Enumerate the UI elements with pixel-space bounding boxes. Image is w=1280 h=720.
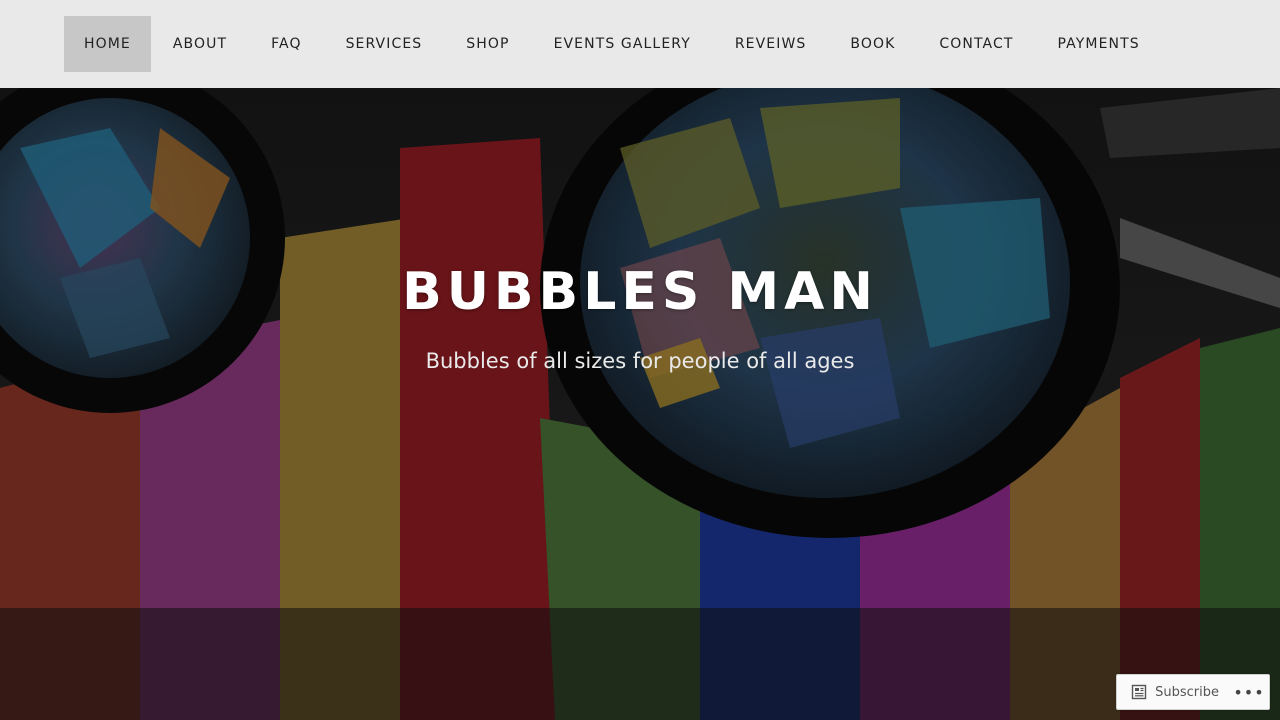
nav-menu: HOME ABOUT FAQ SERVICES SHOP EVENTS GALL… (64, 16, 1162, 72)
reader-icon (1131, 684, 1147, 700)
site-tagline: Bubbles of all sizes for people of all a… (425, 349, 855, 373)
nav-item-about[interactable]: ABOUT (151, 16, 249, 72)
nav-item-label: EVENTS GALLERY (553, 36, 691, 52)
nav-item-events-gallery[interactable]: EVENTS GALLERY (532, 16, 713, 72)
subscribe-widget: Subscribe ••• (1116, 674, 1270, 710)
subscribe-label: Subscribe (1155, 684, 1219, 700)
more-options-button[interactable]: ••• (1229, 675, 1269, 709)
hero-dim-overlay (0, 88, 1280, 720)
nav-item-label: ABOUT (172, 36, 228, 52)
nav-item-label: FAQ (271, 36, 302, 52)
nav-item-services[interactable]: SERVICES (324, 16, 445, 72)
site-title[interactable]: BUBBLES MAN (0, 266, 1280, 318)
nav-item-label: HOME (84, 36, 131, 52)
nav-item-contact[interactable]: CONTACT (917, 16, 1035, 72)
nav-item-label: BOOK (850, 36, 896, 52)
top-navigation: HOME ABOUT FAQ SERVICES SHOP EVENTS GALL… (0, 0, 1280, 88)
nav-item-reviews[interactable]: REVEIWS (713, 16, 829, 72)
nav-item-label: SHOP (466, 36, 510, 52)
hero-header (0, 88, 1280, 720)
nav-item-label: CONTACT (939, 36, 1014, 52)
nav-item-book[interactable]: BOOK (828, 16, 917, 72)
nav-item-label: REVEIWS (734, 36, 807, 52)
nav-item-label: SERVICES (345, 36, 423, 52)
nav-item-home[interactable]: HOME (64, 16, 151, 72)
nav-item-faq[interactable]: FAQ (249, 16, 323, 72)
subscribe-button[interactable]: Subscribe (1117, 675, 1229, 709)
nav-item-payments[interactable]: PAYMENTS (1036, 16, 1162, 72)
nav-item-shop[interactable]: SHOP (444, 16, 531, 72)
nav-item-label: PAYMENTS (1057, 36, 1140, 52)
page: HOME ABOUT FAQ SERVICES SHOP EVENTS GALL… (0, 0, 1280, 720)
